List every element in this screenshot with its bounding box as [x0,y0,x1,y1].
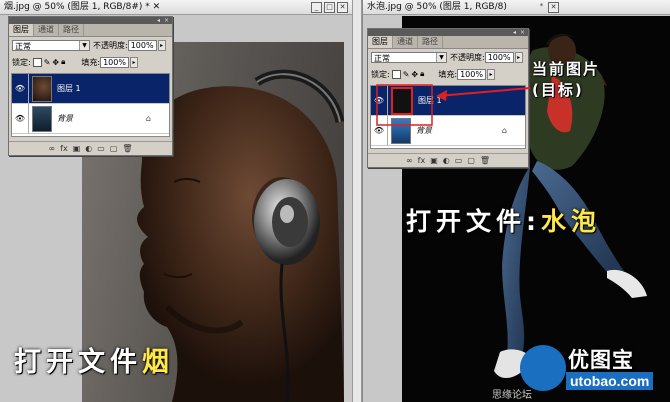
annotation-arrow [437,87,531,97]
watermark-partial-text: 思缘论坛 [492,390,532,401]
annotation-text: 当前图片 (目标) [532,58,600,100]
watermark-bird-icon [520,345,566,391]
arrow-head-icon [436,90,447,101]
watermark-brand: 优图宝 [568,348,634,372]
highlight-box [376,84,433,126]
annotation-line-1: 当前图片 [532,60,601,78]
annotation-line-2: (目标) [532,81,584,99]
watermark-url: utobao.com [566,372,654,390]
